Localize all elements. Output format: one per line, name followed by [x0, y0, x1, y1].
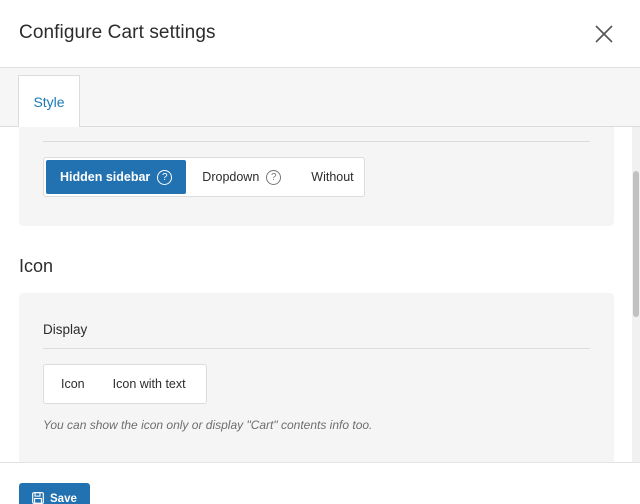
option-icon[interactable]: Icon	[46, 367, 99, 401]
dialog-footer: Save	[0, 462, 640, 504]
option-icon-label: Icon	[61, 377, 85, 391]
tab-bar: Style	[0, 68, 640, 128]
configure-cart-dialog: Configure Cart settings Style Hidden sid…	[0, 0, 640, 504]
option-dropdown[interactable]: Dropdown ?	[186, 160, 295, 194]
save-button[interactable]: Save	[19, 483, 90, 504]
display-segmented-control: Icon Icon with text	[43, 364, 207, 404]
close-icon	[595, 25, 613, 43]
scrollbar-thumb[interactable]	[633, 171, 639, 317]
dialog-title: Configure Cart settings	[19, 22, 216, 43]
option-hidden-sidebar-label: Hidden sidebar	[60, 170, 151, 184]
layout-segmented-control: Hidden sidebar ? Dropdown ? Without	[43, 157, 365, 197]
settings-content: Hidden sidebar ? Dropdown ? Without Icon…	[0, 127, 632, 462]
style-divider	[43, 141, 590, 142]
display-divider	[43, 348, 590, 349]
option-without-label: Without	[311, 170, 354, 184]
option-icon-with-text[interactable]: Icon with text	[99, 367, 200, 401]
dialog-header: Configure Cart settings	[0, 0, 640, 68]
display-hint: You can show the icon only or display "C…	[43, 418, 373, 432]
icon-panel: Display Icon Icon with text You can show…	[19, 293, 614, 462]
option-hidden-sidebar[interactable]: Hidden sidebar ?	[46, 160, 187, 194]
option-icon-with-text-label: Icon with text	[112, 377, 186, 391]
tab-style[interactable]: Style	[18, 75, 80, 128]
scrollbar[interactable]	[632, 127, 640, 462]
style-panel: Hidden sidebar ? Dropdown ? Without	[19, 127, 614, 226]
tab-style-label: Style	[33, 94, 65, 110]
save-label: Save	[50, 493, 77, 504]
help-icon[interactable]: ?	[157, 169, 173, 185]
display-label: Display	[43, 322, 88, 337]
option-dropdown-label: Dropdown	[202, 170, 260, 184]
close-button[interactable]	[590, 20, 618, 48]
help-icon[interactable]: ?	[266, 169, 282, 185]
floppy-disk-icon	[32, 492, 44, 504]
option-without[interactable]: Without	[295, 160, 367, 194]
icon-section-title: Icon	[19, 256, 54, 276]
